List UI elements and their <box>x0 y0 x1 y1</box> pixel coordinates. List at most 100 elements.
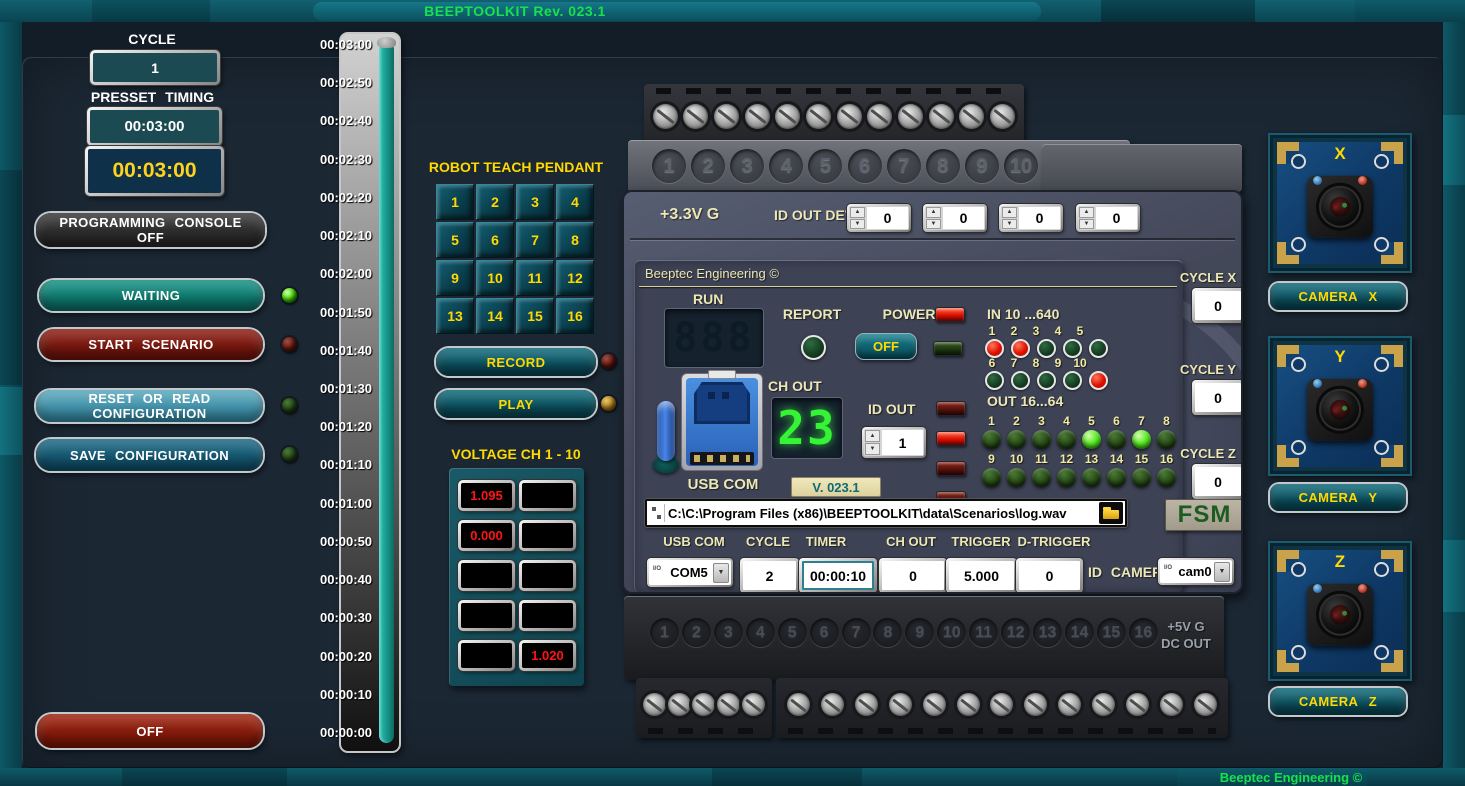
spin-down-icon[interactable] <box>1079 219 1094 230</box>
cycle-field[interactable]: 2 <box>740 558 799 593</box>
frame-segment <box>1101 0 1255 22</box>
chevron-down-icon[interactable] <box>1214 562 1230 582</box>
pendant-key[interactable]: 7 <box>516 222 554 258</box>
browse-folder-button[interactable] <box>1099 502 1123 524</box>
pendant-key[interactable]: 1 <box>436 184 474 220</box>
camera-y-letter: Y <box>1277 347 1403 367</box>
fsm-badge: FSM <box>1165 499 1243 531</box>
spin-up-icon[interactable] <box>926 207 941 218</box>
spinner-arrows[interactable] <box>1079 207 1094 229</box>
out-led <box>1132 468 1151 487</box>
pendant-key[interactable]: 6 <box>476 222 514 258</box>
camera-pcb: Z <box>1277 550 1403 672</box>
pendant-key[interactable]: 15 <box>516 298 554 334</box>
spin-up-icon[interactable] <box>1002 207 1017 218</box>
toggle-lever[interactable] <box>657 401 675 461</box>
pendant-key[interactable]: 12 <box>556 260 594 296</box>
frame-segment <box>1355 0 1465 22</box>
id-camera-select[interactable]: cam0 <box>1158 558 1234 585</box>
out-led-number: 10 <box>1004 452 1029 466</box>
power-toggle-switch[interactable] <box>653 401 679 473</box>
usb-com-value: COM5 <box>665 565 713 580</box>
in-led-number: 3 <box>1025 324 1047 338</box>
device-body: +3.3V G ID OUT DEVICE 0 0 0 0 Beeptec En <box>622 190 1243 594</box>
d-trigger-field[interactable]: 0 <box>1016 558 1083 593</box>
terminal-number: 4 <box>769 149 803 183</box>
voltage-title: VOLTAGE CH 1 - 10 <box>431 446 601 462</box>
play-button[interactable]: PLAY <box>436 390 596 418</box>
top-terminal-block <box>644 84 1024 142</box>
pendant-key[interactable]: 9 <box>436 260 474 296</box>
scenario-path-input[interactable]: C:\C:\Program Files (x86)\BEEPTOOLKIT\da… <box>645 499 1127 527</box>
cycle-z-value: 0 <box>1214 474 1222 490</box>
run-display: 888 <box>665 309 763 367</box>
id-out-device-spinner-2[interactable]: 0 <box>923 204 987 232</box>
pendant-key[interactable]: 16 <box>556 298 594 334</box>
rail-5v-label: +5V G <box>1167 619 1204 634</box>
path-icon <box>650 504 665 522</box>
report-label: REPORT <box>775 306 849 322</box>
pendant-key[interactable]: 2 <box>476 184 514 220</box>
power-off-button[interactable]: OFF <box>855 333 917 360</box>
reset-read-config-button[interactable]: RESET OR READ CONFIGURATION <box>36 390 263 422</box>
pendant-key[interactable]: 5 <box>436 222 474 258</box>
id-out-device-spinner-1[interactable]: 0 <box>847 204 911 232</box>
usb-com-select[interactable]: COM5 <box>647 558 733 587</box>
off-button[interactable]: OFF <box>37 714 263 748</box>
spinner-arrows[interactable] <box>1002 207 1017 229</box>
dc-out-rail-label: +5V G DC OUT <box>1152 618 1220 652</box>
id-out-label: ID OUT <box>868 401 915 417</box>
spin-down-icon[interactable] <box>1002 219 1017 230</box>
camera-lens-icon <box>1316 386 1364 434</box>
camera-y-button[interactable]: CAMERA Y <box>1270 484 1406 511</box>
programming-console-button[interactable]: PROGRAMMING CONSOLE OFF <box>36 213 265 247</box>
screw-terminal <box>1024 693 1047 716</box>
save-config-button[interactable]: SAVE CONFIGURATION <box>36 439 263 471</box>
timer-field[interactable]: 00:00:10 <box>799 558 877 593</box>
cycle-field-value: 2 <box>766 568 774 584</box>
camera-z-button[interactable]: CAMERA Z <box>1270 688 1406 715</box>
spin-down-icon[interactable] <box>865 443 880 455</box>
id-out-device-spinner-4[interactable]: 0 <box>1076 204 1140 232</box>
spinner-arrows[interactable] <box>850 207 865 229</box>
cycle-y-label: CYCLE Y <box>1176 362 1240 377</box>
camera-x-button[interactable]: CAMERA X <box>1270 283 1406 310</box>
trigger-field[interactable]: 5.000 <box>946 558 1017 593</box>
record-led <box>601 354 616 369</box>
waiting-button[interactable]: WAITING <box>39 280 263 311</box>
voltage-column-a: 1.0950.000 <box>458 480 515 686</box>
out-numbers-row2: 910111213141516 <box>979 452 1179 466</box>
io-icon <box>1162 564 1174 580</box>
pendant-key[interactable]: 13 <box>436 298 474 334</box>
spin-down-icon[interactable] <box>926 219 941 230</box>
spinner-arrows[interactable] <box>865 430 880 455</box>
terminal-number: 3 <box>730 149 764 183</box>
timeline-tick: 00:01:50 <box>320 305 394 320</box>
spin-up-icon[interactable] <box>1079 207 1094 218</box>
pendant-key[interactable]: 4 <box>556 184 594 220</box>
ch-out-field-value: 0 <box>909 568 917 584</box>
screw-terminal <box>959 104 984 129</box>
terminal-number: 7 <box>842 618 871 647</box>
timeline-tick: 00:00:30 <box>320 610 394 625</box>
id-out-device-spinner-3[interactable]: 0 <box>999 204 1063 232</box>
pendant-key[interactable]: 10 <box>476 260 514 296</box>
ch-out-field[interactable]: 0 <box>879 558 947 593</box>
chevron-down-icon[interactable] <box>713 563 729 583</box>
pendant-key[interactable]: 14 <box>476 298 514 334</box>
pendant-key[interactable]: 8 <box>556 222 594 258</box>
cycle-display: 1 <box>90 50 220 85</box>
version-tab: V. 023.1 <box>791 477 881 497</box>
preset-timing-input[interactable]: 00:03:00 <box>87 107 222 146</box>
pendant-key[interactable]: 3 <box>516 184 554 220</box>
spinner-arrows[interactable] <box>926 207 941 229</box>
spin-up-icon[interactable] <box>865 430 880 442</box>
pendant-key[interactable]: 11 <box>516 260 554 296</box>
start-scenario-button[interactable]: START SCENARIO <box>39 329 263 360</box>
out-led <box>1032 430 1051 449</box>
body-groove <box>630 238 1235 240</box>
id-out-spinner[interactable]: 1 <box>862 427 926 458</box>
spin-down-icon[interactable] <box>850 219 865 230</box>
spin-up-icon[interactable] <box>850 207 865 218</box>
record-button[interactable]: RECORD <box>436 348 596 376</box>
